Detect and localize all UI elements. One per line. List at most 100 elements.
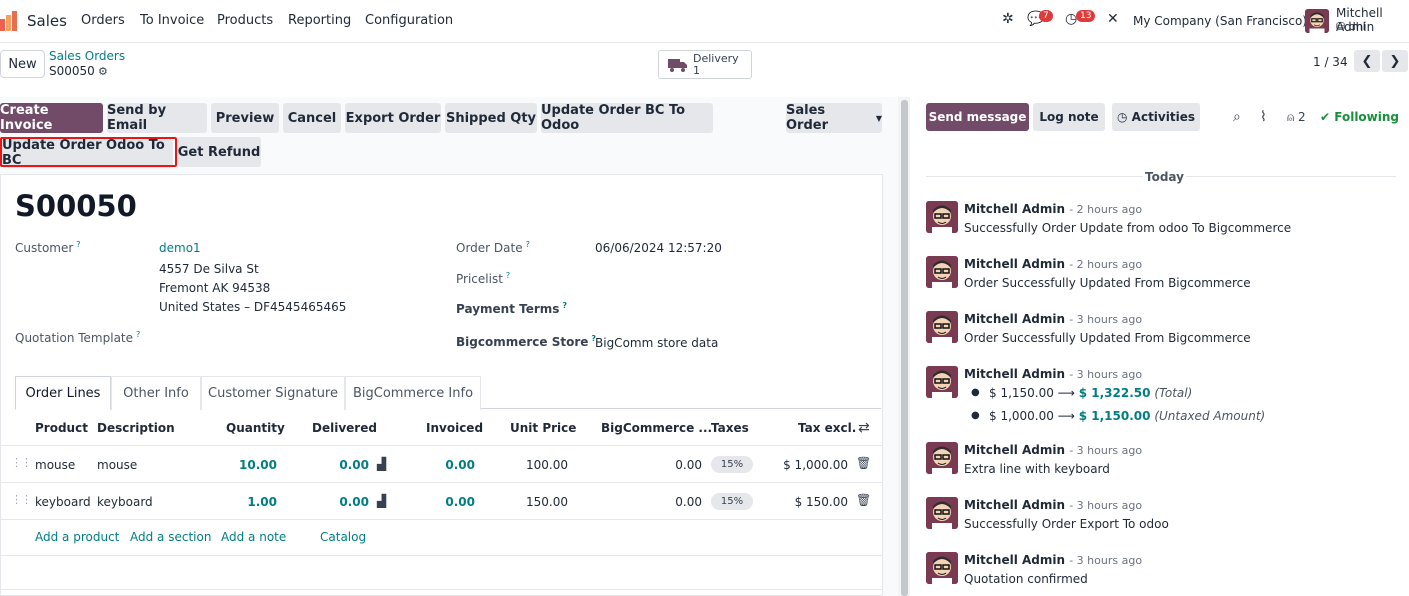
message-author[interactable]: Mitchell Admin - 3 hours ago: [964, 312, 1142, 326]
tab-bigcommerce-info[interactable]: BigCommerce Info: [345, 376, 481, 410]
message-author[interactable]: Mitchell Admin - 3 hours ago: [964, 443, 1142, 457]
optional-columns-toggle-icon[interactable]: ⇄: [858, 420, 870, 436]
help-icon[interactable]: ?: [76, 240, 80, 249]
forecast-chart-icon[interactable]: ▟: [377, 494, 386, 508]
message-author[interactable]: Mitchell Admin - 2 hours ago: [964, 257, 1142, 271]
help-icon[interactable]: ?: [136, 330, 140, 339]
row-1-delivered[interactable]: 0.00: [309, 458, 369, 472]
column-bigcommerce[interactable]: BigCommerce ...: [601, 421, 712, 435]
send-message-button[interactable]: Send message: [926, 103, 1029, 131]
add-product-link[interactable]: Add a product: [35, 530, 119, 544]
row-1-unit-price[interactable]: 100.00: [500, 458, 568, 472]
tab-customer-signature[interactable]: Customer Signature: [201, 376, 345, 410]
help-icon[interactable]: ?: [526, 240, 530, 249]
row-2-bigcommerce[interactable]: 0.00: [640, 495, 702, 509]
column-invoiced[interactable]: Invoiced: [426, 421, 483, 435]
message-author[interactable]: Mitchell Admin - 3 hours ago: [964, 553, 1142, 567]
row-2-tax-badge[interactable]: 15%: [711, 493, 753, 510]
help-icon[interactable]: ?: [562, 301, 567, 310]
get-refund-button[interactable]: Get Refund: [177, 137, 261, 167]
column-product[interactable]: Product: [35, 421, 88, 435]
forecast-chart-icon[interactable]: ▟: [377, 457, 386, 471]
author-name[interactable]: Mitchell Admin: [964, 202, 1065, 216]
delivery-smart-button[interactable]: Delivery 1: [658, 50, 752, 79]
menu-to-invoice[interactable]: To Invoice: [140, 13, 204, 28]
menu-reporting[interactable]: Reporting: [288, 13, 351, 28]
message-avatar[interactable]: [926, 311, 958, 343]
column-quantity[interactable]: Quantity: [226, 421, 285, 435]
update-order-odoo-to-bc-button[interactable]: Update Order Odoo To BC: [2, 138, 173, 168]
sales-app-icon[interactable]: [0, 11, 20, 31]
cancel-button[interactable]: Cancel: [283, 103, 341, 133]
pager-value[interactable]: 1 / 34: [1313, 55, 1348, 69]
new-button[interactable]: New: [0, 50, 45, 78]
log-note-button[interactable]: Log note: [1033, 103, 1105, 131]
row-1-quantity[interactable]: 10.00: [217, 458, 277, 472]
column-tax-excl[interactable]: Tax excl.: [798, 421, 856, 435]
bigcommerce-store-value[interactable]: BigComm store data: [595, 336, 718, 350]
shipped-qty-button[interactable]: Shipped Qty: [445, 103, 537, 133]
author-name[interactable]: Mitchell Admin: [964, 257, 1065, 271]
author-name[interactable]: Mitchell Admin: [964, 498, 1065, 512]
message-avatar[interactable]: [926, 552, 958, 584]
row-2-description[interactable]: keyboard: [97, 495, 153, 509]
column-taxes[interactable]: Taxes: [711, 421, 749, 435]
message-author[interactable]: Mitchell Admin - 3 hours ago: [964, 498, 1142, 512]
menu-products[interactable]: Products: [217, 13, 273, 28]
column-description[interactable]: Description: [97, 421, 175, 435]
form-scrollbar-thumb[interactable]: [901, 100, 908, 596]
help-icon[interactable]: ?: [506, 271, 510, 280]
export-order-button[interactable]: Export Order: [345, 103, 441, 133]
company-switcher[interactable]: My Company (San Francisco): [1133, 14, 1307, 28]
author-name[interactable]: Mitchell Admin: [964, 367, 1065, 381]
create-invoice-button[interactable]: Create Invoice: [0, 103, 103, 133]
add-note-link[interactable]: Add a note: [221, 530, 286, 544]
message-avatar[interactable]: [926, 366, 958, 398]
row-2-delivered[interactable]: 0.00: [309, 495, 369, 509]
tab-other-info[interactable]: Other Info: [111, 376, 201, 410]
order-date-value[interactable]: 06/06/2024 12:57:20: [595, 241, 722, 255]
search-icon[interactable]: ⌕: [1233, 109, 1241, 125]
paperclip-icon[interactable]: ⌇: [1260, 109, 1267, 125]
breadcrumb-sales-orders[interactable]: Sales Orders: [49, 49, 125, 63]
message-author[interactable]: Mitchell Admin - 3 hours ago: [964, 367, 1142, 381]
row-1-description[interactable]: mouse: [97, 458, 137, 472]
trash-icon[interactable]: 🗑: [856, 493, 871, 507]
pager-next-button[interactable]: ❯: [1382, 50, 1408, 72]
followers-button[interactable]: ⍝ 2: [1287, 110, 1306, 125]
message-avatar[interactable]: [926, 442, 958, 474]
menu-orders[interactable]: Orders: [81, 13, 125, 28]
message-avatar[interactable]: [926, 256, 958, 288]
customer-name-link[interactable]: demo1: [159, 241, 201, 255]
message-author[interactable]: Mitchell Admin - 2 hours ago: [964, 202, 1142, 216]
tools-icon[interactable]: ✕: [1107, 11, 1119, 27]
author-name[interactable]: Mitchell Admin: [964, 312, 1065, 326]
trash-icon[interactable]: 🗑: [856, 456, 871, 470]
message-avatar[interactable]: [926, 497, 958, 529]
activities-button[interactable]: ◷ Activities: [1112, 103, 1200, 131]
add-section-link[interactable]: Add a section: [130, 530, 211, 544]
following-button[interactable]: ✔ Following: [1320, 110, 1399, 124]
row-1-invoiced[interactable]: 0.00: [415, 458, 475, 472]
author-name[interactable]: Mitchell Admin: [964, 553, 1065, 567]
sales-order-status-dropdown[interactable]: Sales Order ▼: [786, 103, 882, 133]
pager-previous-button[interactable]: ❮: [1354, 50, 1380, 72]
preview-button[interactable]: Preview: [211, 103, 279, 133]
user-avatar[interactable]: [1305, 9, 1329, 33]
column-delivered[interactable]: Delivered: [312, 421, 377, 435]
row-1-tax-badge[interactable]: 15%: [711, 456, 753, 473]
update-order-bc-to-odoo-button[interactable]: Update Order BC To Odoo: [541, 103, 713, 133]
send-by-email-button[interactable]: Send by Email: [107, 103, 207, 133]
message-avatar[interactable]: [926, 201, 958, 233]
row-1-product[interactable]: mouse: [35, 458, 75, 472]
menu-configuration[interactable]: Configuration: [365, 13, 453, 28]
row-2-invoiced[interactable]: 0.00: [415, 495, 475, 509]
row-2-unit-price[interactable]: 150.00: [500, 495, 568, 509]
drag-handle-icon[interactable]: ⋮⋮: [11, 456, 32, 469]
drag-handle-icon[interactable]: ⋮⋮: [11, 493, 32, 506]
tab-order-lines[interactable]: Order Lines: [15, 376, 111, 410]
author-name[interactable]: Mitchell Admin: [964, 443, 1065, 457]
app-name[interactable]: Sales: [27, 12, 67, 30]
row-2-quantity[interactable]: 1.00: [217, 495, 277, 509]
row-1-bigcommerce[interactable]: 0.00: [640, 458, 702, 472]
